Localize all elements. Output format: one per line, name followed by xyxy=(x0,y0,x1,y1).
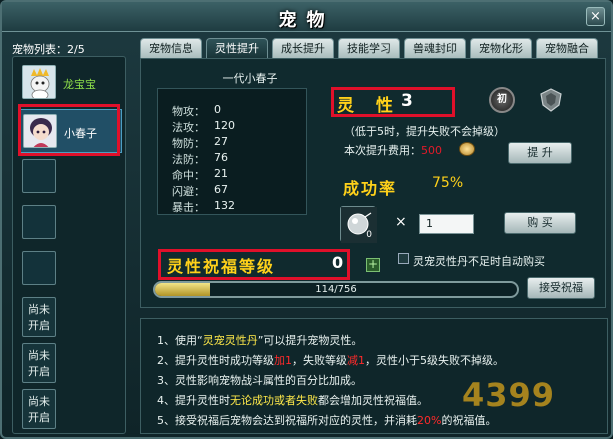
stat-value: 132 xyxy=(214,199,235,212)
pet-list-title: 宠物列表：2/5 xyxy=(12,43,85,56)
stat-label: 闪避： xyxy=(172,185,205,198)
blessing-progress-text: 114/756 xyxy=(315,284,357,295)
empty-pet-slot[interactable] xyxy=(22,251,56,285)
success-rate-label: 成功率 xyxy=(343,179,398,198)
stat-label: 物防： xyxy=(172,137,205,150)
note-text-part: 2、提升灵性时成功等级 xyxy=(157,354,274,367)
pet-list-item-longbaobao[interactable]: 龙宝宝 xyxy=(18,61,122,105)
stat-label: 法攻： xyxy=(172,121,205,134)
note-line: 2、提升灵性时成功等级加1，失败等级减1，灵性小于5级失败不掉级。 xyxy=(157,352,504,368)
coin-icon xyxy=(459,142,475,156)
note-text-part: ，灵性小于5级失败不掉级。 xyxy=(365,354,504,367)
tab-growth-upgrade[interactable]: 成长提升 xyxy=(272,38,334,58)
dragon-avatar-icon xyxy=(22,65,56,99)
empty-pet-slot[interactable] xyxy=(22,159,56,193)
note-line: 1、使用“灵宠灵性丹”可以提升宠物灵性。 xyxy=(157,332,362,348)
note-line: 4、提升灵性时无论成功或者失败都会增加灵性祝福值。 xyxy=(157,392,428,408)
highlight-selected-pet xyxy=(18,104,120,156)
note-text-part: ，失败等级 xyxy=(292,354,347,367)
close-button[interactable]: × xyxy=(586,7,605,26)
stat-label: 暴击： xyxy=(172,201,205,214)
note-text-part: 加1 xyxy=(274,354,292,367)
window-title: 宠物 xyxy=(278,10,335,31)
note-text-part: 无论成功或者失败 xyxy=(230,394,318,407)
auto-buy-checkbox[interactable] xyxy=(398,253,409,264)
plus-icon[interactable]: + xyxy=(366,258,380,272)
spirit-pill-item-icon[interactable]: 0 xyxy=(340,206,377,243)
tab-soul-seal[interactable]: 兽魂封印 xyxy=(404,38,466,58)
tab-pet-fusion[interactable]: 宠物融合 xyxy=(536,38,598,58)
tab-skill-learning[interactable]: 技能学习 xyxy=(338,38,400,58)
blessing-progress-bar: 114/756 xyxy=(153,281,519,298)
upgrade-button[interactable]: 提 升 xyxy=(508,142,572,164)
locked-slot-label: 开启 xyxy=(28,411,50,424)
locked-slot-label: 开启 xyxy=(28,365,50,378)
stat-value: 76 xyxy=(214,151,228,164)
success-rate-value: 75% xyxy=(432,175,464,191)
stat-label: 法防： xyxy=(172,153,205,166)
pet-header: 一代小春子 xyxy=(222,72,278,85)
locked-pet-slot: 尚未 开启 xyxy=(22,297,56,337)
note-text-part: ”可以提升宠物灵性。 xyxy=(257,334,363,347)
note-text-part: 的祝福值。 xyxy=(441,414,497,427)
locked-pet-slot: 尚未 开启 xyxy=(22,343,56,383)
buy-button[interactable]: 购 买 xyxy=(504,212,576,234)
blessing-label: 灵性祝福等级 xyxy=(167,257,276,276)
item-count: 0 xyxy=(366,230,372,240)
spirit-hint: （低于5时，提升失败不会掉级） xyxy=(344,125,505,138)
locked-slot-label: 开启 xyxy=(28,319,50,332)
stat-value: 27 xyxy=(214,135,228,148)
stat-value: 0 xyxy=(214,103,221,116)
cost-label: 本次提升费用： xyxy=(344,144,421,157)
cost-value: 500 xyxy=(421,144,442,157)
note-text-part: 3、灵性影响宠物战斗属性的百分比加成。 xyxy=(157,374,362,387)
stat-label: 物攻： xyxy=(172,105,205,118)
tab-bar: 宠物信息 灵性提升 成长提升 技能学习 兽魂封印 宠物化形 宠物融合 xyxy=(140,38,610,59)
locked-slot-label: 尚未 xyxy=(28,303,50,316)
tab-pet-info[interactable]: 宠物信息 xyxy=(140,38,202,58)
multiply-symbol: × xyxy=(395,214,407,230)
empty-pet-slot[interactable] xyxy=(22,205,56,239)
note-text-part: 1、使用“ xyxy=(157,334,203,347)
stat-label: 命中： xyxy=(172,169,205,182)
auto-buy-label: 灵宠灵性丹不足时自动购买 xyxy=(413,255,545,268)
locked-slot-label: 尚未 xyxy=(28,349,50,362)
note-text-part: 灵宠灵性丹 xyxy=(202,334,258,347)
watermark-logo: 4399 xyxy=(462,376,556,414)
spirit-label: 灵 性 xyxy=(337,96,401,116)
stat-value: 67 xyxy=(214,183,228,196)
blessing-value: 0 xyxy=(332,253,344,272)
note-text-part: 20% xyxy=(417,414,442,427)
tab-pet-transform[interactable]: 宠物化形 xyxy=(470,38,532,58)
note-text-part: 4、提升灵性时 xyxy=(157,394,230,407)
note-text-part: 减1 xyxy=(347,354,365,367)
accept-blessing-button[interactable]: 接受祝福 xyxy=(527,277,595,299)
pet-name: 龙宝宝 xyxy=(63,78,96,91)
spirit-value: 3 xyxy=(401,91,413,111)
stats-box: 物攻： 0 法攻： 120 物防： 27 法防： 76 命中： 21 闪避： 6… xyxy=(157,88,307,215)
stat-value: 120 xyxy=(214,119,235,132)
locked-slot-label: 尚未 xyxy=(28,395,50,408)
note-line: 5、接受祝福后宠物会达到祝福所对应的灵性，并消耗20%的祝福值。 xyxy=(157,412,496,428)
stat-value: 21 xyxy=(214,167,228,180)
note-text-part: 5、接受祝福后宠物会达到祝福所对应的灵性，并消耗 xyxy=(157,414,417,427)
note-line: 3、灵性影响宠物战斗属性的百分比加成。 xyxy=(157,372,362,388)
rank-badge-icon: 初 xyxy=(489,87,515,113)
upgrade-cost: 本次提升费用：500 xyxy=(344,142,442,158)
note-text-part: 都会增加灵性祝福值。 xyxy=(318,394,428,407)
quantity-input[interactable]: 1 xyxy=(419,214,474,234)
shield-badge-icon xyxy=(538,87,564,113)
tab-spirit-upgrade[interactable]: 灵性提升 xyxy=(206,38,268,59)
title-bar: 宠物 × xyxy=(2,2,611,32)
locked-pet-slot: 尚未 开启 xyxy=(22,389,56,429)
